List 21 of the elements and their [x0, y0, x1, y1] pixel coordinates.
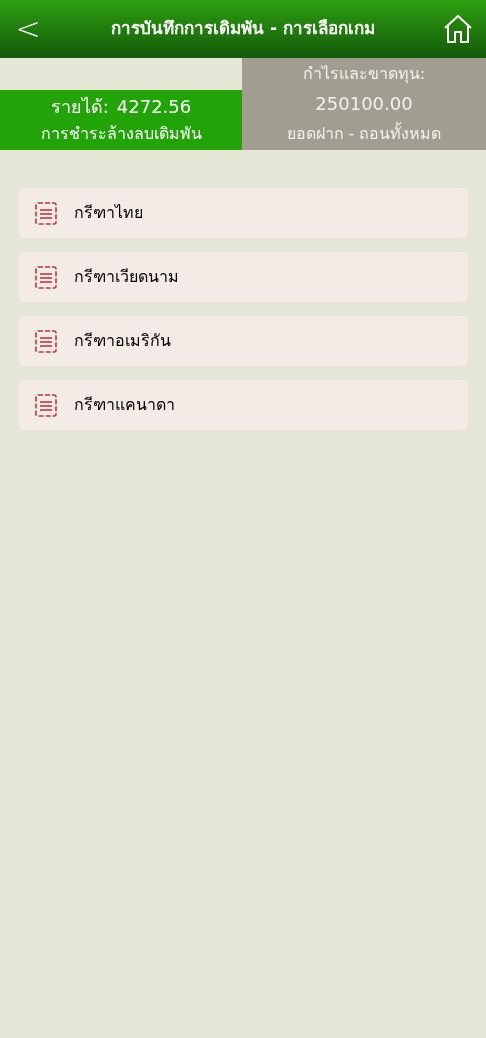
notepad-icon [34, 328, 58, 354]
game-label: กรีฑาไทย [74, 202, 143, 224]
game-label: กรีฑาเวียดนาม [74, 266, 179, 288]
game-item[interactable]: กรีฑาอเมริกัน [18, 316, 468, 366]
settlement-label: การชำระล้างลบเดิมพัน [40, 123, 202, 145]
page-title: การบันทึกการเดิมพัน - การเลือกเกม [111, 17, 375, 41]
income-value: 4272.56 [116, 95, 192, 119]
game-item[interactable]: กรีฑาเวียดนาม [18, 252, 468, 302]
income-label: รายได้: [50, 95, 109, 119]
game-label: กรีฑาอเมริกัน [74, 330, 171, 352]
game-label: กรีฑาแคนาดา [74, 394, 175, 416]
profit-label: กำไรและขาดทุน: [302, 63, 426, 86]
deposit-withdraw-label: ยอดฝาก - ถอนทั้งหมด [286, 121, 442, 145]
notepad-icon [34, 392, 58, 418]
back-button[interactable]: < [12, 14, 44, 44]
profit-value: 250100.00 [315, 92, 413, 116]
notepad-icon [34, 200, 58, 226]
game-item[interactable]: กรีฑาไทย [18, 188, 468, 238]
home-icon[interactable] [442, 13, 474, 45]
notepad-icon [34, 264, 58, 290]
game-item[interactable]: กรีฑาแคนาดา [18, 380, 468, 430]
